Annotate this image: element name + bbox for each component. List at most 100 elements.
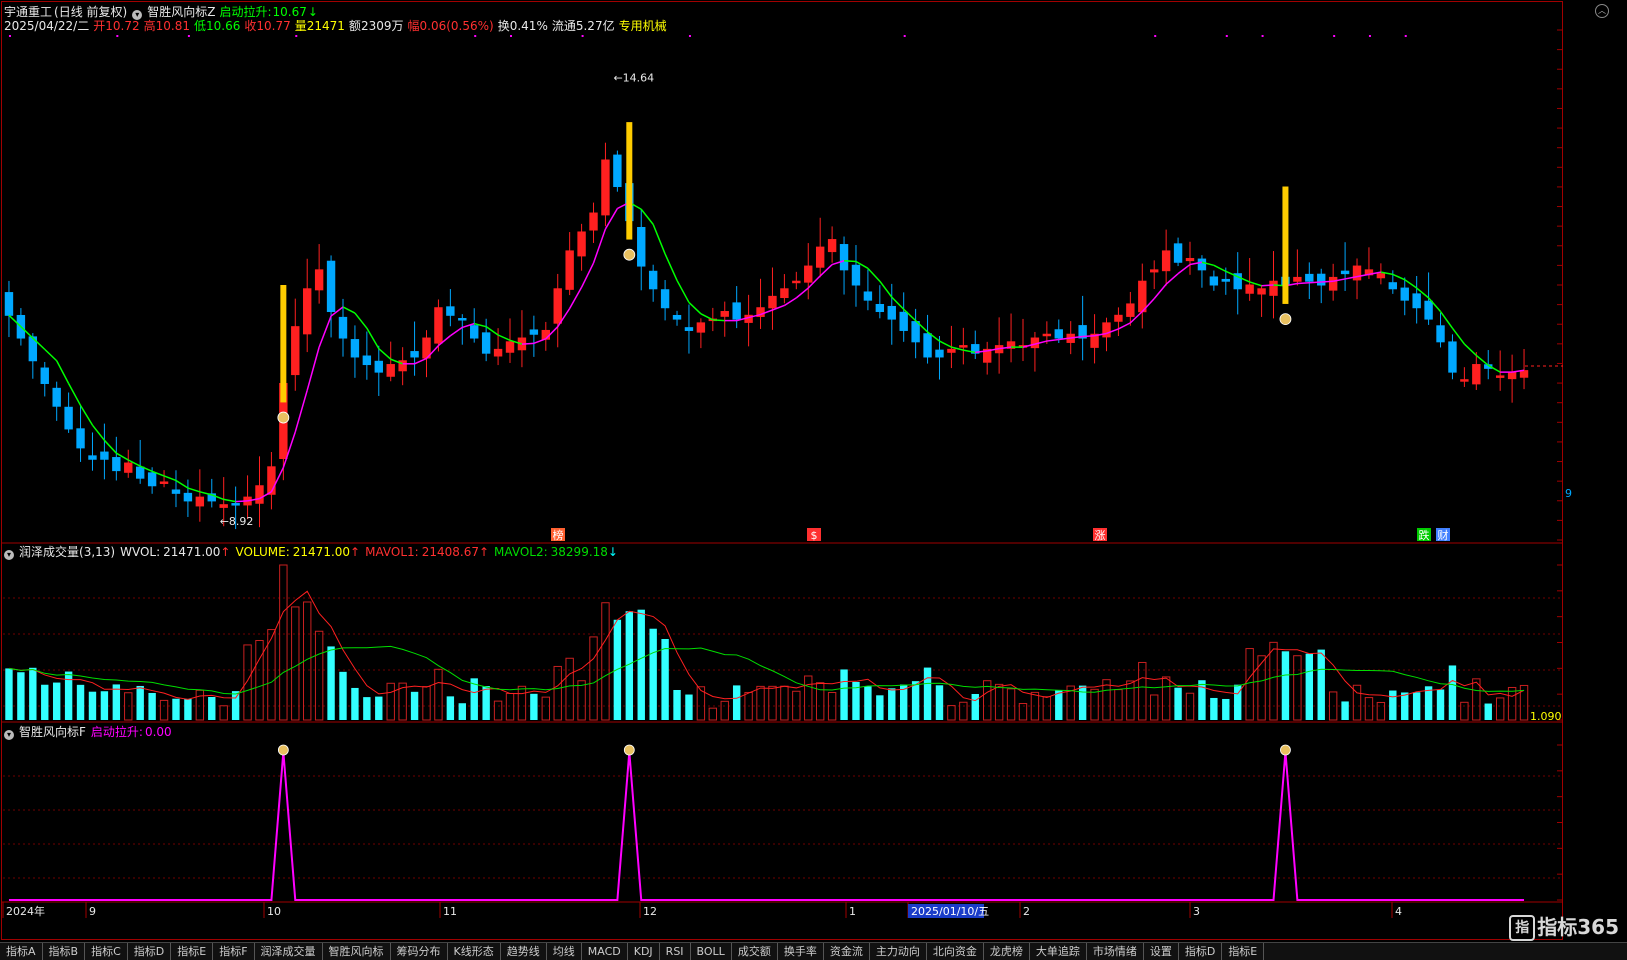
volume-right-value: 1.090 <box>1530 710 1562 723</box>
volume-bar <box>1305 653 1313 720</box>
indicator-tab[interactable]: 指标D <box>1179 943 1223 960</box>
candle-body <box>589 212 598 231</box>
high-annotation: ←14.64 <box>613 71 654 84</box>
ma-line <box>652 224 666 255</box>
volume-params: (3,13) <box>79 545 116 559</box>
chevron-up-icon[interactable]: ︿ <box>1595 4 1609 18</box>
indicator-tab[interactable]: 设置 <box>1144 943 1179 960</box>
candle-body <box>255 485 264 504</box>
volume-label: 量 <box>294 19 307 33</box>
candle-body <box>1257 288 1266 295</box>
indicator-tab[interactable]: 智胜风向标 <box>323 943 391 960</box>
indicator-tab[interactable]: 筹码分布 <box>391 943 448 960</box>
turnover-label: 换 <box>497 19 510 33</box>
industry-tag[interactable]: 专用机械 <box>619 19 667 33</box>
volume-indicator-value: 21471.00 <box>292 545 351 559</box>
volume-bar <box>88 691 97 720</box>
volume-bar <box>959 701 968 721</box>
volume-bar <box>1460 701 1469 721</box>
indicator-tab[interactable]: 换手率 <box>778 943 824 960</box>
indicator-tab[interactable]: 指标E <box>171 943 214 960</box>
dot-marker <box>510 35 513 37</box>
indicator-tab[interactable]: KDJ <box>628 943 660 960</box>
indicator-tab[interactable]: 指标B <box>43 943 86 960</box>
volume-bar <box>1018 703 1028 721</box>
candle-body <box>1460 379 1469 382</box>
turnover-value: 0.41% <box>509 19 548 33</box>
indicator-tab[interactable]: 龙虎榜 <box>984 943 1030 960</box>
candle-body <box>1376 273 1386 279</box>
ma-line <box>91 424 105 441</box>
indicator-tab[interactable]: 资金流 <box>824 943 870 960</box>
ma-line <box>56 360 70 384</box>
volume-bar <box>637 609 645 720</box>
indicator-tab[interactable]: 指标D <box>128 943 172 960</box>
dot-marker <box>116 35 119 37</box>
volume-bar <box>971 693 979 720</box>
stock-chart[interactable]: ←14.64 ←8.92 9 榜 $ 涨 跌财 1.090 2024年 9 10 11 12 1 2025/… <box>0 0 1627 942</box>
indicator-tab[interactable]: 润泽成交量 <box>255 943 323 960</box>
sub-signal-value: 0.00 <box>144 725 172 739</box>
indicator-tab[interactable]: K线形态 <box>448 943 501 960</box>
candle-body <box>732 302 741 320</box>
candle-body <box>326 260 336 313</box>
chart-frame <box>1 1 1563 940</box>
volume-bar <box>1114 689 1123 721</box>
event-marker-label: 榜 <box>553 528 564 542</box>
volume-bar <box>1376 701 1386 721</box>
ma-line <box>1392 273 1406 281</box>
indicator-tab[interactable]: 趋势线 <box>501 943 547 960</box>
indicator-tab[interactable]: MACD <box>582 943 628 960</box>
stock-name: 宇通重工 <box>4 5 53 19</box>
volume-bar <box>505 692 515 721</box>
indicator-tab[interactable]: 主力动向 <box>870 943 927 960</box>
indicator-tab[interactable]: BOLL <box>691 943 732 960</box>
sub-indicator-name[interactable]: 智胜风向标F <box>19 725 86 739</box>
indicator-tab[interactable]: 成交额 <box>732 943 778 960</box>
volume-bar <box>208 696 216 720</box>
mavol1-value: 21408.67 <box>421 545 479 559</box>
candle-body <box>1388 282 1398 290</box>
indicator-tab[interactable]: 市场情绪 <box>1087 943 1144 960</box>
candle-body <box>959 345 968 348</box>
candle-body <box>1102 322 1111 338</box>
candle-body <box>112 457 121 472</box>
ma-line <box>67 383 82 406</box>
sub-settings-icon[interactable]: ▾ <box>4 730 14 740</box>
ma-line <box>1297 281 1310 285</box>
indicator-tab[interactable]: 指标F <box>213 943 255 960</box>
volume-settings-icon[interactable]: ▾ <box>4 550 14 560</box>
axis-label: 11 <box>443 905 457 918</box>
indicator-tab[interactable]: 指标C <box>85 943 128 960</box>
indicator-tab[interactable]: RSI <box>660 943 691 960</box>
ma-line <box>580 262 595 288</box>
sub-signal-label: 启动拉升: <box>90 725 143 739</box>
axis-label: 2025/01/10/五 <box>911 905 989 918</box>
volume-indicator-label: VOLUME: <box>235 545 290 559</box>
volume-bar <box>172 698 180 720</box>
dot-marker <box>1368 35 1371 37</box>
low-label: 低 <box>193 19 206 33</box>
volume-bar <box>565 657 574 721</box>
main-indicator-name[interactable]: 智胜风向标Z <box>147 5 215 19</box>
volume-bar <box>219 705 228 721</box>
indicator-tab[interactable]: 大单追踪 <box>1030 943 1087 960</box>
event-marker-label: 跌 <box>1419 528 1430 542</box>
indicator-tab[interactable]: 均线 <box>547 943 582 960</box>
candle-body <box>1126 303 1135 317</box>
ma-line <box>795 287 809 299</box>
volume-bar <box>184 698 192 720</box>
volume-bar <box>876 695 884 720</box>
indicator-tab[interactable]: 指标A <box>0 943 43 960</box>
event-marker-label: 财 <box>1438 528 1449 542</box>
indicator-tab[interactable]: 指标E <box>1222 943 1265 960</box>
volume-indicator-name[interactable]: 润泽成交量 <box>19 545 79 559</box>
ma-line <box>533 338 547 345</box>
volume-header: ▾ 润泽成交量(3,13) WVOL: 21471.00↑ VOLUME: 21471.0… <box>4 544 623 560</box>
indicator-tab[interactable]: 北向资金 <box>927 943 984 960</box>
volume-bar <box>673 689 681 720</box>
ma-line <box>783 297 797 307</box>
candle-body <box>1519 370 1529 378</box>
ma-line <box>378 348 392 360</box>
wvol-value: 21471.00 <box>163 545 221 559</box>
